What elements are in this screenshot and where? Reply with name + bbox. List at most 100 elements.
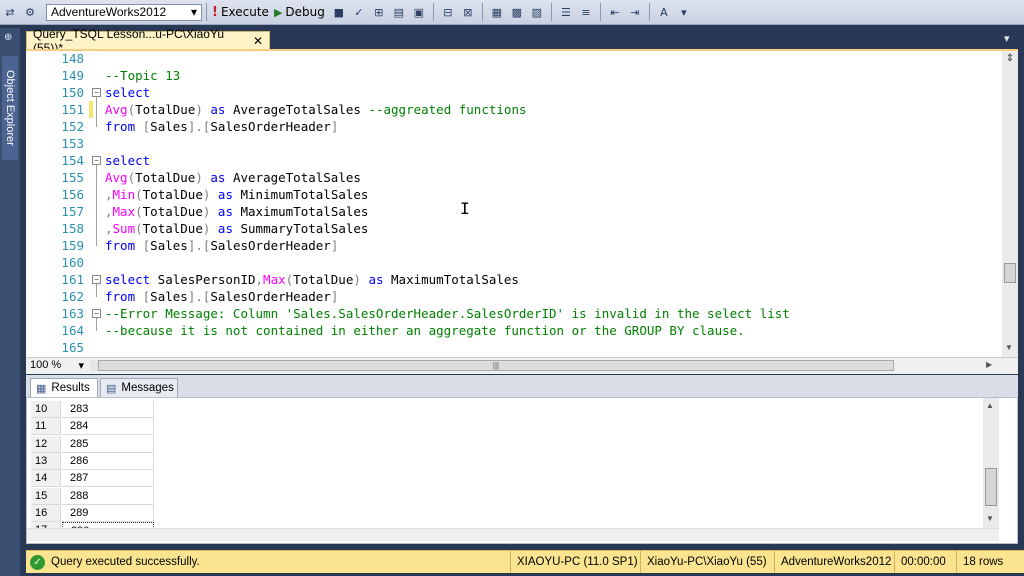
status-message: Query executed successfully. <box>51 556 200 568</box>
table-cell[interactable]: 289 <box>62 504 154 522</box>
table-row[interactable]: 16 289 <box>31 504 181 522</box>
table-row[interactable]: 10 283 <box>31 401 181 418</box>
line-number: 148 <box>61 51 84 66</box>
cancel-query-icon[interactable]: ■ <box>330 3 348 21</box>
code-line[interactable]: 151 Avg(TotalDue) as AverageTotalSales --… <box>26 101 1002 118</box>
editor-scroll-thumb[interactable] <box>1004 263 1016 283</box>
toolbar-divider <box>481 3 483 21</box>
row-number[interactable]: 14 <box>31 470 61 488</box>
save-icon[interactable]: ▣ <box>410 3 428 21</box>
row-number[interactable]: 10 <box>31 401 61 418</box>
row-number[interactable]: 16 <box>31 504 61 522</box>
table-cell[interactable]: 284 <box>62 418 154 436</box>
status-user: XiaoYu-PC\XiaoYu (55) <box>640 551 767 573</box>
row-number[interactable]: 12 <box>31 435 61 453</box>
collapse-icon[interactable]: − <box>92 309 101 318</box>
uncomment-icon[interactable]: ≡ <box>577 3 595 21</box>
parse-icon[interactable]: ✓ <box>350 3 368 21</box>
scroll-up-icon[interactable]: ▲ <box>986 401 994 410</box>
code-area[interactable]: 148 149 --Topic 13 150− select 151 Avg(TotalDu… <box>26 51 1002 357</box>
code-line[interactable]: 154− select <box>26 152 1002 169</box>
code-line[interactable]: 163− --Error Message: Column 'Sales.Sales… <box>26 305 1002 322</box>
zoom-select[interactable]: 100 % ▾ <box>28 359 86 372</box>
table-row[interactable]: 11 284 <box>31 418 181 436</box>
estimated-plan-icon[interactable]: ⊞ <box>370 3 388 21</box>
results-to-text-icon[interactable]: ⊟ <box>439 3 457 21</box>
pin-icon[interactable]: ⊕ <box>4 32 16 44</box>
code-line[interactable]: 161− select SalesPersonID,Max(TotalDue) a… <box>26 271 1002 288</box>
table-row[interactable]: 14 287 <box>31 470 181 488</box>
increase-indent-icon[interactable]: ⇥ <box>626 3 644 21</box>
row-number[interactable]: 11 <box>31 418 61 436</box>
split-handle-icon[interactable]: ⇕ <box>1004 53 1016 65</box>
comment-icon[interactable]: ☰ <box>557 3 575 21</box>
scroll-down-icon[interactable]: ▼ <box>986 514 994 523</box>
success-check-icon: ✓ <box>30 554 45 570</box>
scroll-down-icon[interactable]: ▼ <box>1005 343 1013 352</box>
table-row[interactable]: 12 285 <box>31 435 181 453</box>
code-line[interactable]: 159 from [Sales].[SalesOrderHeader] <box>26 237 1002 254</box>
execute-icon: ! <box>212 4 218 20</box>
editor-vertical-scrollbar[interactable] <box>1002 51 1018 357</box>
object-explorer-label: Object Explorer <box>4 70 16 146</box>
table-row[interactable]: 13 286 <box>31 452 181 470</box>
specify-values-icon[interactable]: A <box>655 3 673 21</box>
table-cell[interactable]: 286 <box>62 452 154 470</box>
decrease-indent-icon[interactable]: ⇤ <box>606 3 624 21</box>
tab-results[interactable]: ▦ Results <box>30 378 98 397</box>
code-text: from [Sales].[SalesOrderHeader] <box>105 238 339 253</box>
code-line[interactable]: 165 <box>26 339 1002 356</box>
line-number: 151 <box>61 102 84 117</box>
collapse-icon[interactable]: − <box>92 88 101 97</box>
execute-button[interactable]: ! Execute <box>212 3 272 21</box>
query-designer-icon[interactable]: ▤ <box>390 3 408 21</box>
code-text: select <box>105 153 151 168</box>
table-cell[interactable]: 285 <box>62 435 154 453</box>
code-line[interactable]: 155 Avg(TotalDue) as AverageTotalSales <box>26 169 1002 186</box>
table-cell[interactable]: 283 <box>62 401 154 418</box>
code-line[interactable]: 156 ,Min(TotalDue) as MinimumTotalSales <box>26 186 1002 203</box>
scroll-right-icon[interactable]: ▶ <box>986 360 992 369</box>
code-line[interactable]: 157 ,Max(TotalDue) as MaximumTotalSales <box>26 203 1002 220</box>
table-cell[interactable]: 288 <box>62 487 154 505</box>
results-grid[interactable]: 1028311284122851328614287152881628917290… <box>26 397 1018 544</box>
connect-icon[interactable]: ⇄ <box>1 3 19 21</box>
code-line[interactable]: 153 <box>26 135 1002 152</box>
database-select[interactable]: AdventureWorks2012 ▾ <box>46 3 202 21</box>
row-number[interactable]: 13 <box>31 452 61 470</box>
code-line[interactable]: 162 from [Sales].[SalesOrderHeader] <box>26 288 1002 305</box>
object-explorer-tab[interactable]: Object Explorer <box>2 56 18 160</box>
client-statistics-icon[interactable]: ▨ <box>528 3 546 21</box>
changed-line-marker <box>89 101 93 118</box>
tab-messages[interactable]: ▤ Messages <box>100 378 178 397</box>
code-line[interactable]: 164 --because it is not contained in eith… <box>26 322 1002 339</box>
code-line[interactable]: 158 ,Sum(TotalDue) as SummaryTotalSales <box>26 220 1002 237</box>
toolbar-overflow-icon[interactable]: ▾ <box>675 3 693 21</box>
include-plan-icon[interactable]: ▩ <box>508 3 526 21</box>
collapse-icon[interactable]: − <box>92 156 101 165</box>
grid-scroll-thumb[interactable] <box>985 468 997 506</box>
editor-horizontal-thumb[interactable]: ||| <box>98 360 894 371</box>
results-to-grid-icon[interactable]: ⊠ <box>459 3 477 21</box>
change-connection-icon[interactable]: ⚙ <box>21 3 39 21</box>
collapse-icon[interactable]: − <box>92 275 101 284</box>
line-number: 164 <box>61 323 84 338</box>
code-line[interactable]: 152 from [Sales].[SalesOrderHeader] <box>26 118 1002 135</box>
code-line[interactable]: 160 <box>26 254 1002 271</box>
table-row[interactable]: 15 288 <box>31 487 181 505</box>
row-number[interactable]: 15 <box>31 487 61 505</box>
results-to-file-icon[interactable]: ▦ <box>488 3 506 21</box>
code-line[interactable]: 150− select <box>26 84 1002 101</box>
code-line[interactable]: 148 <box>26 51 1002 67</box>
close-icon[interactable]: ✕ <box>253 34 263 48</box>
query-document-tab[interactable]: Query_TSQL Lesson...u-PC\XiaoYu (55))* ✕ <box>26 27 270 55</box>
query-editor[interactable]: 148 149 --Topic 13 150− select 151 Avg(TotalDu… <box>26 49 1018 374</box>
grid-vertical-scrollbar[interactable] <box>983 398 999 528</box>
code-line[interactable]: 149 --Topic 13 <box>26 67 1002 84</box>
status-time: 00:00:00 <box>894 551 946 573</box>
grid-horizontal-scrollbar[interactable] <box>27 528 999 541</box>
debug-button[interactable]: ▶ Debug <box>274 3 328 21</box>
tab-list-dropdown-icon[interactable]: ▾ <box>1004 32 1010 45</box>
table-cell[interactable]: 287 <box>62 470 154 488</box>
line-number: 165 <box>61 340 84 355</box>
